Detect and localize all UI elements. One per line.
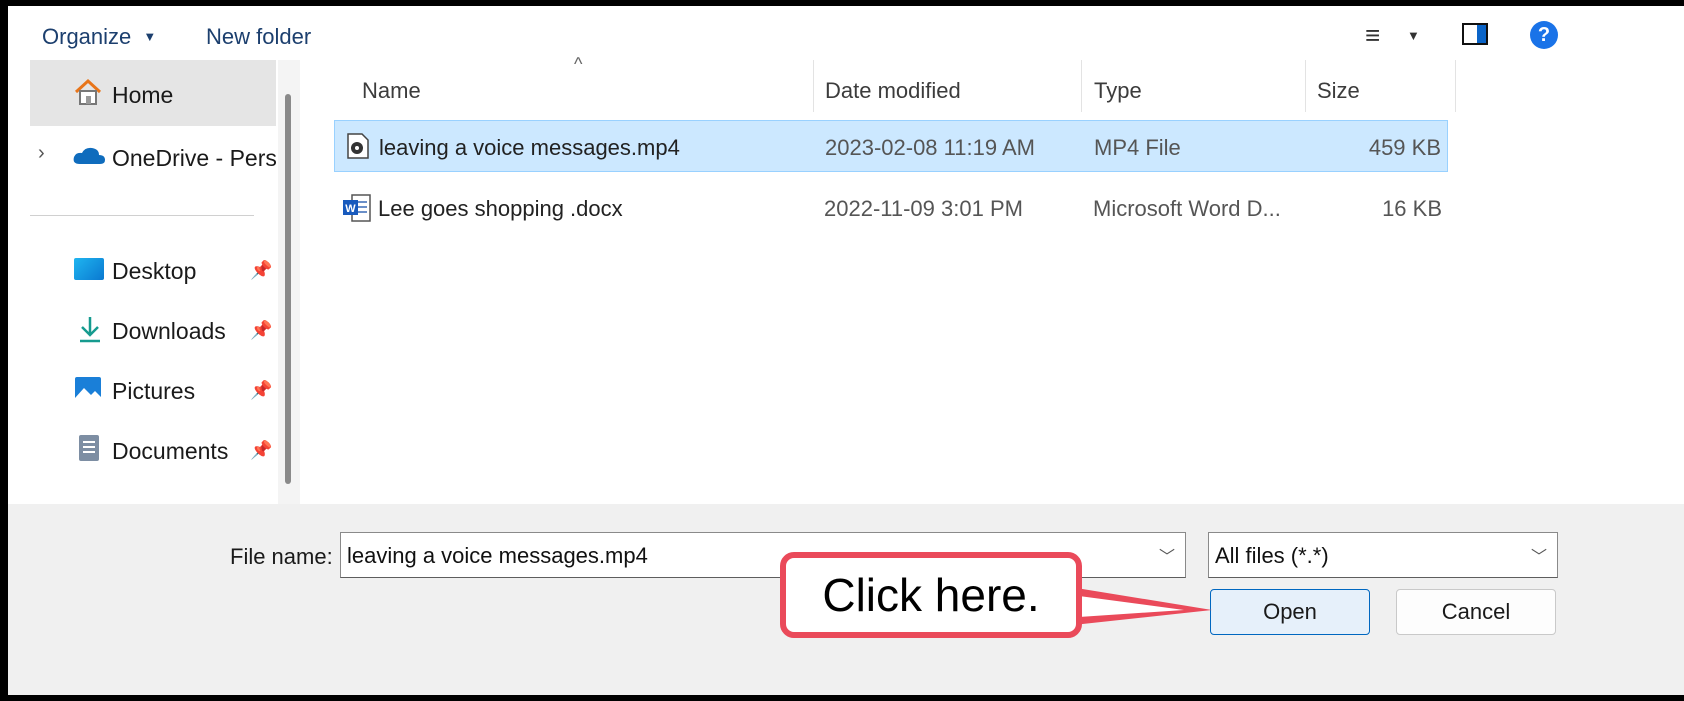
callout-pointer [1064,586,1212,626]
sidebar-item-downloads[interactable]: Downloads 📌 [30,304,276,354]
pin-icon[interactable]: 📌 [250,260,272,281]
column-divider[interactable] [1305,60,1306,112]
column-divider[interactable] [1455,60,1456,112]
pin-icon[interactable]: 📌 [250,380,272,401]
sidebar-item-desktop[interactable]: Desktop 📌 [30,244,276,294]
download-arrow-icon [80,317,100,343]
file-name-cell: leaving a voice messages.mp4 [379,135,680,160]
organize-label: Organize [42,24,132,49]
file-type-filter-select[interactable]: All files (*.*) ﹀ [1208,532,1558,578]
table-row[interactable]: leaving a voice messages.mp4 2023-02-08 … [334,120,1448,172]
chevron-down-icon[interactable]: ﹀ [1159,543,1175,567]
column-divider[interactable] [813,60,814,112]
view-options-icon[interactable]: ≡ [1365,20,1380,51]
sidebar-item-label: Pictures [112,378,196,404]
column-divider[interactable] [1081,60,1082,112]
sort-ascending-icon: ^ [574,54,583,74]
home-icon [74,78,102,105]
caret-down-icon: ▼ [143,29,157,44]
column-header-date[interactable]: Date modified [825,78,961,104]
onedrive-cloud-icon [73,147,105,164]
sidebar-item-label: OneDrive - Perso [112,145,276,171]
sidebar-item-documents[interactable]: Documents 📌 [30,424,276,474]
word-document-icon: W [343,194,371,222]
column-header-type[interactable]: Type [1094,78,1142,104]
file-type-cell: MP4 File [1094,135,1181,160]
column-header-name[interactable]: Name [362,78,421,104]
pin-icon[interactable]: 📌 [250,320,272,341]
help-icon[interactable]: ? [1530,21,1558,49]
view-dropdown-icon[interactable]: ▼ [1407,28,1420,43]
file-size-cell: 16 KB [1382,196,1442,221]
cancel-button[interactable]: Cancel [1396,589,1556,635]
expand-chevron-icon[interactable]: › [38,142,45,165]
column-header-size[interactable]: Size [1317,78,1360,104]
scrollbar-thumb[interactable] [285,94,291,484]
sidebar-scrollbar[interactable] [278,60,300,508]
sidebar-item-label: Home [112,82,174,108]
file-name-cell: Lee goes shopping .docx [378,196,623,221]
sidebar-item-label: Downloads [112,318,226,344]
click-here-callout: Click here. [780,552,1082,638]
file-name-value: leaving a voice messages.mp4 [347,543,648,568]
sidebar-item-label: Desktop [112,258,197,284]
filter-value: All files (*.*) [1215,543,1329,568]
svg-text:W: W [345,203,356,215]
video-file-icon [347,133,369,159]
sidebar-divider [30,215,254,216]
file-name-label: File name: [230,544,333,569]
preview-pane-icon[interactable] [1462,23,1488,45]
sidebar-item-onedrive[interactable]: › OneDrive - Perso [30,126,276,186]
new-folder-button[interactable]: New folder [206,24,311,50]
documents-icon [79,435,99,461]
pictures-icon [75,377,101,401]
chevron-down-icon[interactable]: ﹀ [1531,543,1547,567]
sidebar-item-label: Documents [112,438,229,464]
desktop-icon [74,258,104,280]
file-date-cell: 2023-02-08 11:19 AM [825,135,1035,160]
file-date-cell: 2022-11-09 3:01 PM [824,196,1023,221]
table-row[interactable]: W Lee goes shopping .docx 2022-11-09 3:0… [334,182,1448,234]
organize-menu[interactable]: Organize ▼ [42,24,156,50]
pin-icon[interactable]: 📌 [250,440,272,461]
file-open-dialog: Organize ▼ New folder ≡ ▼ ? Home › OneDr… [0,0,1684,701]
sidebar-item-home[interactable]: Home [30,60,276,126]
sidebar-item-pictures[interactable]: Pictures 📌 [30,364,276,414]
open-button[interactable]: Open [1210,589,1370,635]
file-size-cell: 459 KB [1368,135,1441,160]
file-type-cell: Microsoft Word D... [1093,196,1281,221]
